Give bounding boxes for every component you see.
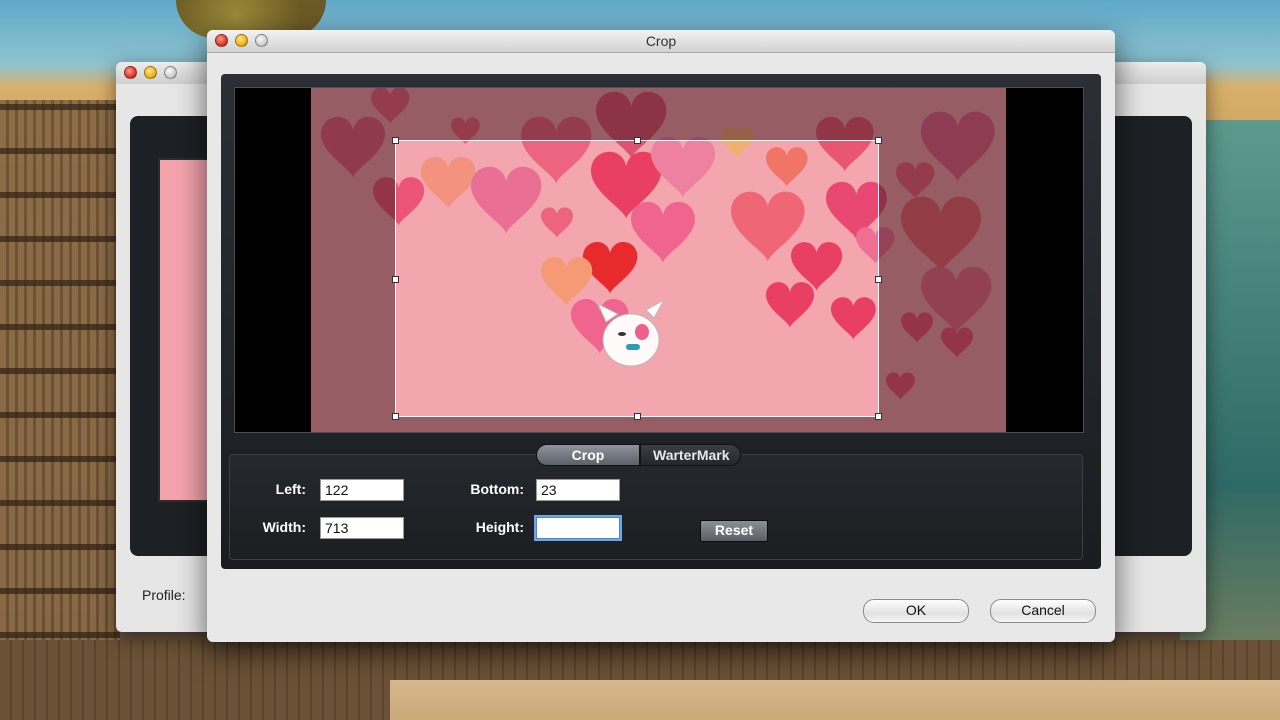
background-side-panel	[1102, 116, 1192, 556]
crop-handle-bottom[interactable]	[634, 413, 641, 420]
crop-selection-rect[interactable]	[392, 137, 882, 420]
tab-bar: Crop WarterMark	[536, 444, 741, 466]
width-label: Width:	[262, 519, 306, 535]
height-input[interactable]	[534, 515, 622, 541]
left-input[interactable]	[320, 479, 404, 501]
boardwalk-scenery	[0, 640, 1280, 720]
left-label: Left:	[275, 481, 306, 497]
minimize-icon[interactable]	[144, 66, 157, 79]
crop-handle-top-right[interactable]	[875, 137, 882, 144]
background-preview-thumb	[158, 158, 210, 502]
cancel-button[interactable]: Cancel	[990, 599, 1096, 623]
height-label: Height:	[475, 519, 524, 535]
tab-watermark[interactable]: WarterMark	[640, 444, 741, 466]
crop-fields-group: Left: Bottom: Width: Height: Reset	[229, 454, 1083, 560]
width-input[interactable]	[320, 517, 404, 539]
crop-shade-left	[311, 140, 395, 417]
video-preview	[234, 87, 1084, 433]
dialog-titlebar[interactable]: Crop	[207, 30, 1115, 53]
crop-handle-bottom-left[interactable]	[392, 413, 399, 420]
crop-handle-bottom-right[interactable]	[875, 413, 882, 420]
bottom-label: Bottom:	[470, 481, 524, 497]
profile-label: Profile:	[142, 587, 186, 603]
crop-handle-top[interactable]	[634, 137, 641, 144]
close-icon[interactable]	[124, 66, 137, 79]
crop-panel: Left: Bottom: Width: Height: Reset Crop …	[221, 74, 1101, 569]
dialog-title: Crop	[645, 33, 677, 49]
ok-button[interactable]: OK	[863, 599, 969, 623]
crop-handle-right[interactable]	[875, 276, 882, 283]
crop-shade-bottom	[311, 417, 1006, 432]
crop-shade-top	[311, 88, 1006, 140]
crop-handle-left[interactable]	[392, 276, 399, 283]
zoom-icon[interactable]	[164, 66, 177, 79]
crop-dialog: Crop Left: 122 Bottom: 23 Width: 713 Hei…	[207, 30, 1115, 642]
reset-button[interactable]: Reset	[700, 520, 768, 542]
bottom-input[interactable]	[536, 479, 620, 501]
tab-crop[interactable]: Crop	[536, 444, 640, 466]
crop-shade-right	[879, 140, 1006, 417]
video-frame	[311, 88, 1006, 432]
crop-handle-top-left[interactable]	[392, 137, 399, 144]
shacks-scenery	[0, 100, 120, 720]
